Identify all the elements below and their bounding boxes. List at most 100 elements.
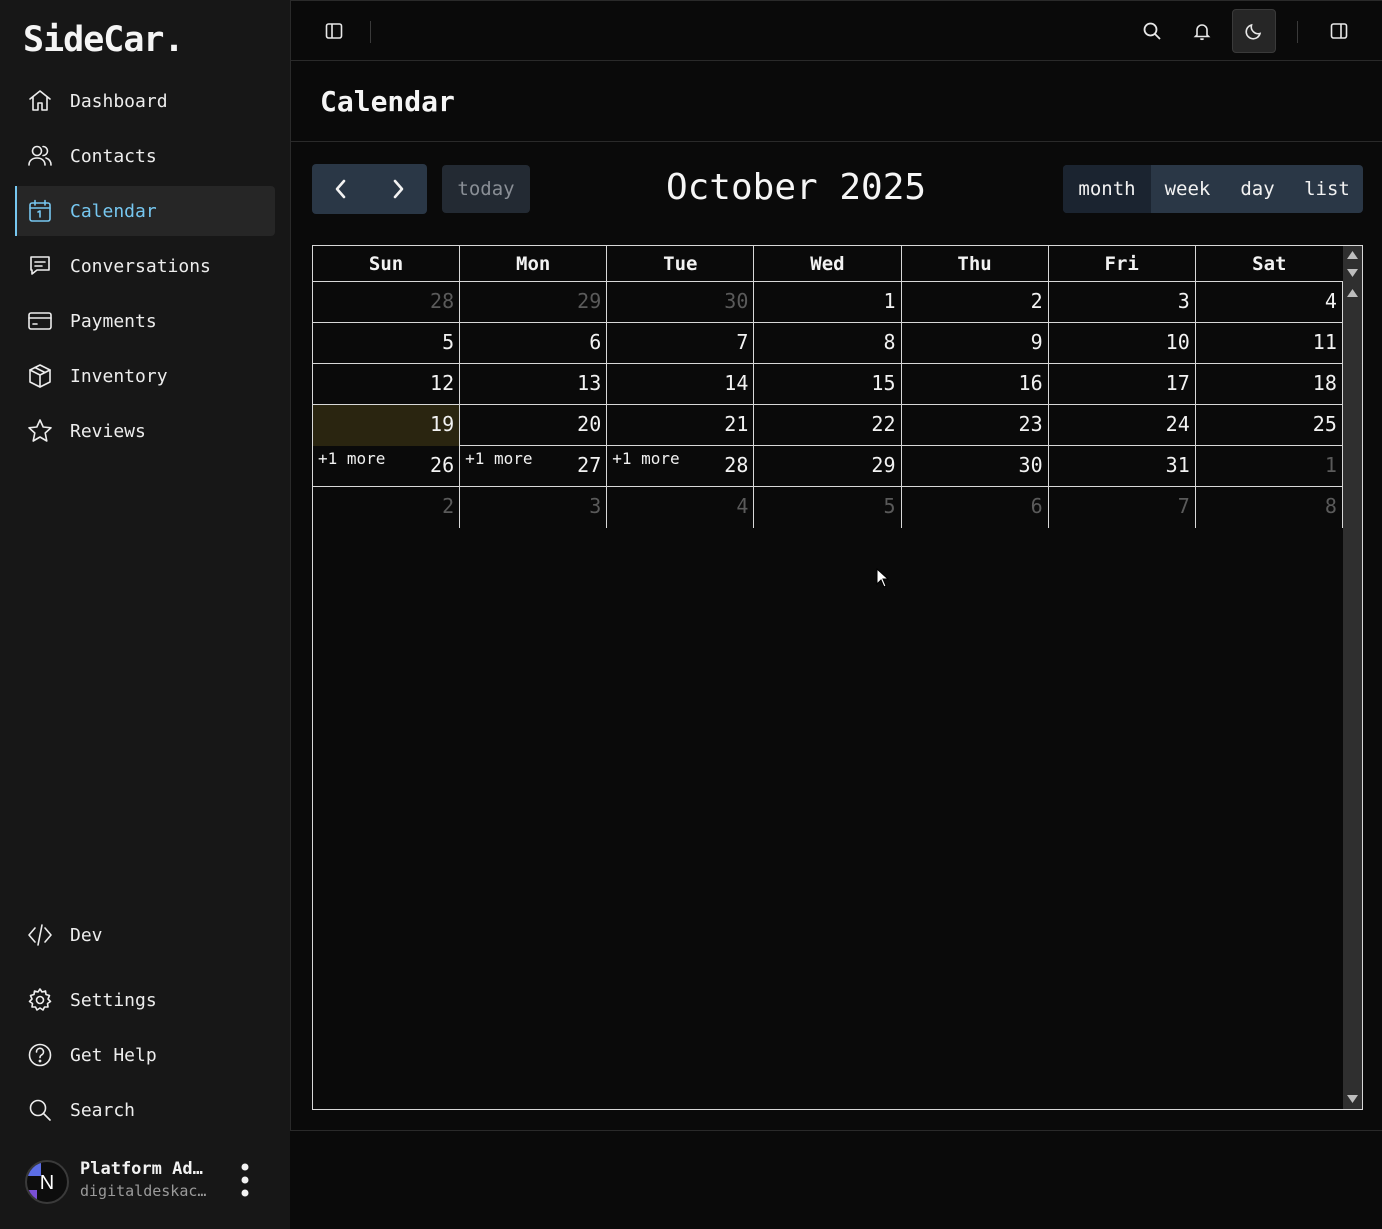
scrollbar[interactable] bbox=[1343, 246, 1362, 1109]
day-cell[interactable]: 2 bbox=[902, 282, 1049, 323]
day-number[interactable]: 13 bbox=[577, 371, 601, 395]
day-number[interactable]: 4 bbox=[1325, 289, 1337, 313]
day-cell[interactable]: 16 bbox=[902, 364, 1049, 405]
day-cell[interactable]: 10 bbox=[1049, 323, 1196, 364]
day-number[interactable]: 23 bbox=[1019, 412, 1043, 436]
day-number[interactable]: 21 bbox=[724, 412, 748, 436]
day-cell[interactable]: +1 more 27 bbox=[460, 446, 608, 487]
day-cell[interactable]: 15 bbox=[754, 364, 902, 405]
day-cell[interactable]: 30 bbox=[607, 282, 755, 323]
day-cell[interactable]: 6 bbox=[902, 487, 1049, 528]
day-number[interactable]: 5 bbox=[442, 330, 454, 354]
day-cell[interactable]: 24 bbox=[1049, 405, 1196, 446]
moon-icon[interactable] bbox=[1232, 9, 1276, 53]
day-cell[interactable]: 5 bbox=[313, 323, 461, 364]
sidebar-item-dev[interactable]: Dev bbox=[15, 910, 275, 960]
day-cell[interactable]: 1 bbox=[754, 282, 902, 323]
day-cell[interactable]: 13 bbox=[460, 364, 608, 405]
more-events-link[interactable]: +1 more bbox=[612, 449, 679, 468]
sidebar-item-reviews[interactable]: Reviews bbox=[15, 406, 275, 456]
day-cell[interactable]: 8 bbox=[754, 323, 902, 364]
day-cell[interactable]: 14 bbox=[607, 364, 755, 405]
day-number[interactable]: 29 bbox=[577, 289, 601, 313]
day-number[interactable]: 24 bbox=[1166, 412, 1190, 436]
sidebar-item-payments[interactable]: Payments bbox=[15, 296, 275, 346]
day-cell[interactable]: +1 more 28 bbox=[607, 446, 755, 487]
more-vertical-icon[interactable] bbox=[237, 1162, 253, 1198]
day-cell[interactable]: 21 bbox=[607, 405, 755, 446]
day-cell[interactable]: 28 bbox=[313, 282, 461, 323]
day-number[interactable]: 6 bbox=[1031, 494, 1043, 518]
day-number[interactable]: 30 bbox=[1019, 453, 1043, 477]
sidebar-item-calendar[interactable]: Calendar bbox=[15, 186, 275, 236]
view-day-button[interactable]: day bbox=[1224, 165, 1291, 213]
day-number[interactable]: 18 bbox=[1313, 371, 1337, 395]
day-number[interactable]: 26 bbox=[430, 453, 454, 477]
day-cell[interactable]: 17 bbox=[1049, 364, 1196, 405]
day-number[interactable]: 3 bbox=[1178, 289, 1190, 313]
day-number[interactable]: 1 bbox=[883, 289, 895, 313]
day-cell[interactable]: 6 bbox=[460, 323, 608, 364]
day-number[interactable]: 28 bbox=[430, 289, 454, 313]
day-number[interactable]: 15 bbox=[871, 371, 895, 395]
more-events-link[interactable]: +1 more bbox=[318, 449, 385, 468]
day-number[interactable]: 14 bbox=[724, 371, 748, 395]
day-number[interactable]: 4 bbox=[736, 494, 748, 518]
day-number[interactable]: 20 bbox=[577, 412, 601, 436]
day-number[interactable]: 7 bbox=[736, 330, 748, 354]
day-cell[interactable]: 3 bbox=[1049, 282, 1196, 323]
avatar[interactable]: N bbox=[25, 1160, 69, 1204]
sidebar-item-search[interactable]: Search bbox=[15, 1085, 275, 1135]
day-cell[interactable]: 7 bbox=[1049, 487, 1196, 528]
day-cell[interactable]: 18 bbox=[1196, 364, 1343, 405]
view-week-button[interactable]: week bbox=[1151, 165, 1224, 213]
day-number[interactable]: 2 bbox=[442, 494, 454, 518]
day-cell[interactable]: 11 bbox=[1196, 323, 1343, 364]
more-events-link[interactable]: +1 more bbox=[465, 449, 532, 468]
day-number[interactable]: 10 bbox=[1166, 330, 1190, 354]
day-number[interactable]: 1 bbox=[1325, 453, 1337, 477]
day-number[interactable]: 29 bbox=[871, 453, 895, 477]
sidebar-item-conversations[interactable]: Conversations bbox=[15, 241, 275, 291]
sidebar-toggle-icon[interactable] bbox=[312, 9, 356, 53]
day-number[interactable]: 9 bbox=[1031, 330, 1043, 354]
sidebar-item-dashboard[interactable]: Dashboard bbox=[15, 76, 275, 126]
day-number[interactable]: 11 bbox=[1313, 330, 1337, 354]
day-number[interactable]: 12 bbox=[430, 371, 454, 395]
day-number[interactable]: 6 bbox=[589, 330, 601, 354]
today-button[interactable]: today bbox=[442, 165, 530, 213]
day-cell[interactable]: 2 bbox=[313, 487, 461, 528]
day-number[interactable]: 8 bbox=[1325, 494, 1337, 518]
day-cell-today[interactable]: 19 bbox=[313, 405, 461, 446]
panel-right-icon[interactable] bbox=[1317, 9, 1361, 53]
day-number[interactable]: 17 bbox=[1166, 371, 1190, 395]
day-cell[interactable]: 23 bbox=[902, 405, 1049, 446]
bell-icon[interactable] bbox=[1180, 9, 1224, 53]
day-number[interactable]: 19 bbox=[430, 412, 454, 436]
sidebar-item-inventory[interactable]: Inventory bbox=[15, 351, 275, 401]
day-cell[interactable]: 20 bbox=[460, 405, 608, 446]
day-number[interactable]: 3 bbox=[589, 494, 601, 518]
day-cell[interactable]: +1 more 26 bbox=[313, 446, 461, 487]
day-cell[interactable]: 25 bbox=[1196, 405, 1343, 446]
search-icon[interactable] bbox=[1130, 9, 1174, 53]
day-cell[interactable]: 9 bbox=[902, 323, 1049, 364]
day-cell[interactable]: 12 bbox=[313, 364, 461, 405]
day-cell[interactable]: 31 bbox=[1049, 446, 1196, 487]
sidebar-item-settings[interactable]: Settings bbox=[15, 975, 275, 1025]
day-number[interactable]: 2 bbox=[1031, 289, 1043, 313]
day-number[interactable]: 16 bbox=[1019, 371, 1043, 395]
day-cell[interactable]: 1 bbox=[1196, 446, 1343, 487]
view-list-button[interactable]: list bbox=[1291, 165, 1363, 213]
view-month-button[interactable]: month bbox=[1063, 165, 1151, 213]
day-number[interactable]: 27 bbox=[577, 453, 601, 477]
day-number[interactable]: 22 bbox=[871, 412, 895, 436]
sidebar-item-contacts[interactable]: Contacts bbox=[15, 131, 275, 181]
day-number[interactable]: 28 bbox=[724, 453, 748, 477]
day-cell[interactable]: 8 bbox=[1196, 487, 1343, 528]
day-cell[interactable]: 7 bbox=[607, 323, 755, 364]
day-cell[interactable]: 30 bbox=[902, 446, 1049, 487]
day-number[interactable]: 5 bbox=[883, 494, 895, 518]
day-number[interactable]: 25 bbox=[1313, 412, 1337, 436]
day-cell[interactable]: 4 bbox=[607, 487, 755, 528]
